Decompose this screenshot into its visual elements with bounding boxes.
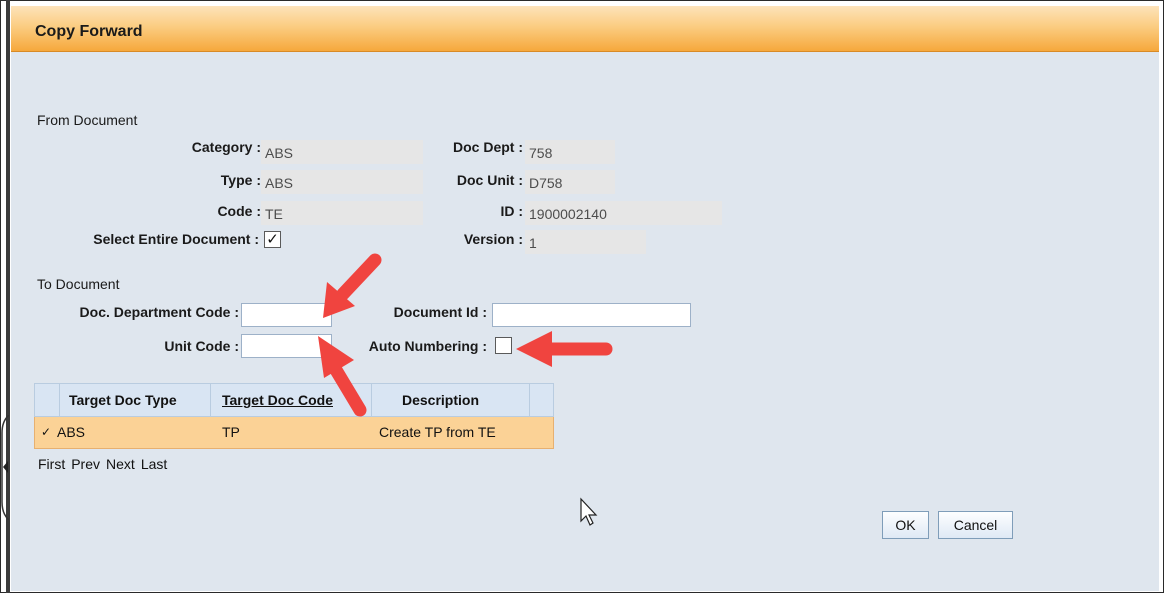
- select-entire-document-checkbox[interactable]: ✓: [264, 231, 281, 248]
- pager-first-link[interactable]: First: [38, 456, 65, 472]
- header-target-doc-type[interactable]: Target Doc Type: [69, 384, 177, 416]
- category-label: Category :: [191, 139, 261, 155]
- side-panel-handle-icon[interactable]: [0, 415, 9, 520]
- select-entire-document-label: Select Entire Document :: [93, 231, 259, 247]
- mouse-pointer-icon: [580, 497, 598, 526]
- header-description[interactable]: Description: [402, 384, 479, 416]
- code-field: TE: [261, 201, 423, 225]
- document-id-label: Document Id :: [393, 304, 487, 320]
- type-field: ABS: [261, 170, 423, 194]
- red-arrow-icon: [318, 336, 367, 417]
- doc-department-code-label: Doc. Department Code :: [79, 304, 239, 320]
- from-document-label: From Document: [37, 112, 138, 128]
- version-field: 1: [525, 230, 646, 254]
- document-id-input[interactable]: [492, 303, 691, 327]
- target-doc-table: Target Doc Type Target Doc Code Descript…: [34, 383, 554, 449]
- pager-next-link[interactable]: Next: [106, 456, 135, 472]
- dialog-title: Copy Forward: [35, 23, 143, 40]
- type-label: Type :: [220, 172, 261, 188]
- dialog-title-bar: Copy Forward: [11, 6, 1159, 52]
- code-label: Code :: [217, 203, 261, 219]
- row-check-icon: ✓: [41, 425, 52, 439]
- pager: First Prev Next Last: [38, 456, 173, 472]
- doc-dept-label: Doc Dept :: [453, 139, 523, 155]
- table-row[interactable]: ✓ ABS TP Create TP from TE: [34, 417, 554, 449]
- id-field: 1900002140: [525, 201, 722, 225]
- to-document-label: To Document: [37, 276, 120, 292]
- doc-dept-field: 758: [525, 140, 615, 164]
- version-label: Version :: [463, 231, 523, 247]
- pager-last-link[interactable]: Last: [141, 456, 167, 472]
- cell-description: Create TP from TE: [379, 424, 496, 440]
- table-header: Target Doc Type Target Doc Code Descript…: [34, 383, 554, 417]
- cell-doc-type: ABS: [57, 424, 86, 440]
- cancel-button[interactable]: Cancel: [938, 511, 1013, 539]
- ok-button[interactable]: OK: [882, 511, 929, 539]
- pager-prev-link[interactable]: Prev: [71, 456, 100, 472]
- category-field: ABS: [261, 140, 423, 164]
- auto-numbering-label: Auto Numbering :: [368, 338, 487, 354]
- red-arrow-icon: [323, 253, 382, 318]
- doc-unit-label: Doc Unit :: [456, 172, 523, 188]
- unit-code-label: Unit Code :: [164, 338, 239, 354]
- red-arrow-icon: [516, 331, 613, 367]
- id-label: ID :: [500, 203, 523, 219]
- doc-unit-field: D758: [525, 170, 615, 194]
- cell-doc-code: TP: [222, 424, 240, 440]
